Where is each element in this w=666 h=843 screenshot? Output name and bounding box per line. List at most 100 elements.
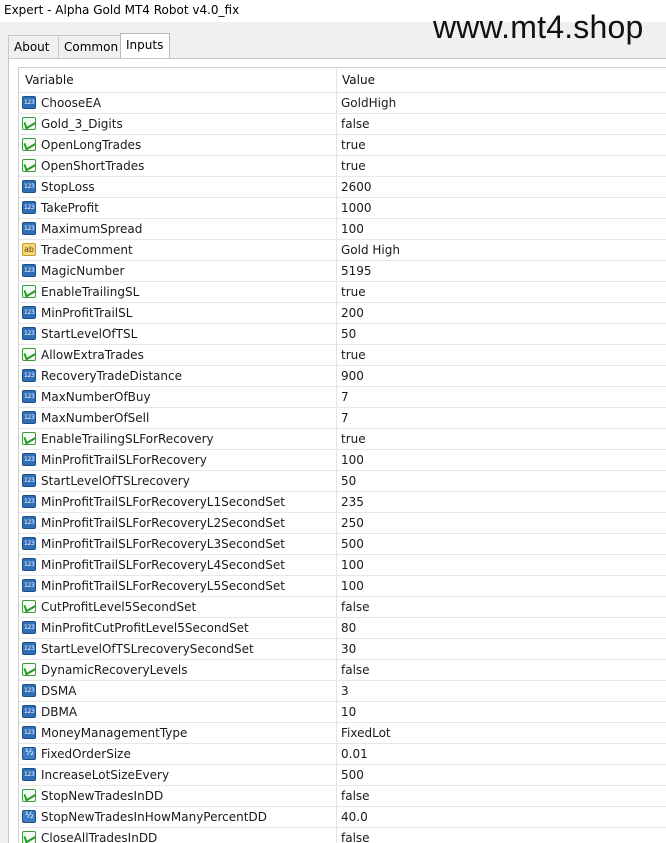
variable-name: DynamicRecoveryLevels (41, 663, 188, 677)
variable-value[interactable]: true (341, 432, 366, 446)
variable-value[interactable]: false (341, 831, 370, 843)
table-row[interactable]: TakeProfit 1000 (19, 198, 666, 219)
variable-name: EnableTrailingSL (41, 285, 140, 299)
boolean-type-icon (22, 663, 36, 676)
table-row[interactable]: EnableTrailingSL true (19, 282, 666, 303)
table-row[interactable]: IncreaseLotSizeEvery 500 (19, 765, 666, 786)
variable-value[interactable]: 200 (341, 306, 364, 320)
variable-value[interactable]: true (341, 285, 366, 299)
variable-value[interactable]: true (341, 159, 366, 173)
table-row[interactable]: DynamicRecoveryLevels false (19, 660, 666, 681)
table-row[interactable]: Gold_3_Digits false (19, 114, 666, 135)
variable-name: MinProfitTrailSLForRecoveryL2SecondSet (41, 516, 285, 530)
tab-common[interactable]: Common (58, 35, 121, 58)
table-row[interactable]: StopNewTradesInHowManyPercentDD 40.0 (19, 807, 666, 828)
variable-name: FixedOrderSize (41, 747, 131, 761)
table-row[interactable]: DSMA 3 (19, 681, 666, 702)
table-row[interactable]: MinProfitTrailSLForRecoveryL4SecondSet 10… (19, 555, 666, 576)
variable-value[interactable]: 100 (341, 453, 364, 467)
variable-value[interactable]: 900 (341, 369, 364, 383)
column-header-variable[interactable]: Variable (25, 73, 74, 87)
table-row[interactable]: RecoveryTradeDistance 900 (19, 366, 666, 387)
table-row[interactable]: MoneyManagementType FixedLot (19, 723, 666, 744)
variable-value[interactable]: false (341, 117, 370, 131)
integer-type-icon (22, 705, 36, 718)
variable-value[interactable]: false (341, 600, 370, 614)
table-row[interactable]: CloseAllTradesInDD false (19, 828, 666, 843)
variable-value[interactable]: 100 (341, 579, 364, 593)
table-row[interactable]: ChooseEA GoldHigh (19, 93, 666, 114)
table-row[interactable]: CutProfitLevel5SecondSet false (19, 597, 666, 618)
tab-inputs[interactable]: Inputs (120, 33, 170, 59)
table-row[interactable]: MinProfitTrailSLForRecoveryL5SecondSet 10… (19, 576, 666, 597)
variable-value[interactable]: Gold High (341, 243, 400, 257)
variable-name: RecoveryTradeDistance (41, 369, 182, 383)
table-row[interactable]: EnableTrailingSLForRecovery true (19, 429, 666, 450)
variable-value[interactable]: 500 (341, 768, 364, 782)
table-row[interactable]: MinProfitTrailSLForRecoveryL3SecondSet 50… (19, 534, 666, 555)
variable-value[interactable]: 40.0 (341, 810, 368, 824)
table-row[interactable]: TradeComment Gold High (19, 240, 666, 261)
variable-value[interactable]: 235 (341, 495, 364, 509)
integer-type-icon (22, 390, 36, 403)
variable-value[interactable]: FixedLot (341, 726, 391, 740)
variable-value[interactable]: false (341, 789, 370, 803)
table-row[interactable]: AllowExtraTrades true (19, 345, 666, 366)
variable-value[interactable]: true (341, 348, 366, 362)
table-row[interactable]: StartLevelOfTSLrecoverySecondSet 30 (19, 639, 666, 660)
table-row[interactable]: MagicNumber 5195 (19, 261, 666, 282)
table-row[interactable]: DBMA 10 (19, 702, 666, 723)
variable-value[interactable]: 30 (341, 642, 356, 656)
variable-value[interactable]: 5195 (341, 264, 372, 278)
table-row[interactable]: StopLoss 2600 (19, 177, 666, 198)
variable-name: MinProfitCutProfitLevel5SecondSet (41, 621, 249, 635)
table-row[interactable]: MaximumSpread 100 (19, 219, 666, 240)
variable-value[interactable]: 2600 (341, 180, 372, 194)
tab-about[interactable]: About (8, 35, 59, 58)
variable-value[interactable]: 3 (341, 684, 349, 698)
variable-name: MoneyManagementType (41, 726, 188, 740)
variable-value[interactable]: 250 (341, 516, 364, 530)
table-row[interactable]: MinProfitCutProfitLevel5SecondSet 80 (19, 618, 666, 639)
integer-type-icon (22, 453, 36, 466)
variable-value[interactable]: 1000 (341, 201, 372, 215)
variable-value[interactable]: 50 (341, 327, 356, 341)
variable-value[interactable]: 50 (341, 474, 356, 488)
table-body: ChooseEAGoldHighGold_3_DigitsfalseOpenLo… (19, 93, 666, 843)
table-row[interactable]: FixedOrderSize 0.01 (19, 744, 666, 765)
integer-type-icon (22, 201, 36, 214)
table-row[interactable]: OpenShortTrades true (19, 156, 666, 177)
integer-type-icon (22, 327, 36, 340)
variable-value[interactable]: 100 (341, 222, 364, 236)
integer-type-icon (22, 537, 36, 550)
column-header-value[interactable]: Value (342, 73, 375, 87)
variable-name: TakeProfit (41, 201, 99, 215)
table-row[interactable]: StartLevelOfTSL 50 (19, 324, 666, 345)
variable-value[interactable]: 100 (341, 558, 364, 572)
variable-name: CloseAllTradesInDD (41, 831, 158, 843)
integer-type-icon (22, 642, 36, 655)
table-row[interactable]: MinProfitTrailSL 200 (19, 303, 666, 324)
integer-type-icon (22, 495, 36, 508)
variable-value[interactable]: 500 (341, 537, 364, 551)
inputs-table[interactable]: Variable Value ChooseEA GoldHigh Gold_3_Di… (18, 67, 666, 843)
variable-value[interactable]: 80 (341, 621, 356, 635)
table-row[interactable]: StopNewTradesInDD false (19, 786, 666, 807)
variable-name: MinProfitTrailSLForRecoveryL3SecondSet (41, 537, 285, 551)
table-row[interactable]: MinProfitTrailSLForRecoveryL1SecondSet 23… (19, 492, 666, 513)
variable-value[interactable]: 0.01 (341, 747, 368, 761)
variable-value[interactable]: 10 (341, 705, 356, 719)
variable-name: AllowExtraTrades (41, 348, 144, 362)
variable-value[interactable]: 7 (341, 411, 349, 425)
variable-value[interactable]: 7 (341, 390, 349, 404)
table-row[interactable]: OpenLongTrades true (19, 135, 666, 156)
variable-value[interactable]: true (341, 138, 366, 152)
table-row[interactable]: MaxNumberOfSell 7 (19, 408, 666, 429)
table-row[interactable]: MinProfitTrailSLForRecovery 100 (19, 450, 666, 471)
variable-value[interactable]: false (341, 663, 370, 677)
table-row[interactable]: StartLevelOfTSLrecovery 50 (19, 471, 666, 492)
boolean-type-icon (22, 117, 36, 130)
variable-value[interactable]: GoldHigh (341, 96, 396, 110)
table-row[interactable]: MinProfitTrailSLForRecoveryL2SecondSet 25… (19, 513, 666, 534)
table-row[interactable]: MaxNumberOfBuy 7 (19, 387, 666, 408)
